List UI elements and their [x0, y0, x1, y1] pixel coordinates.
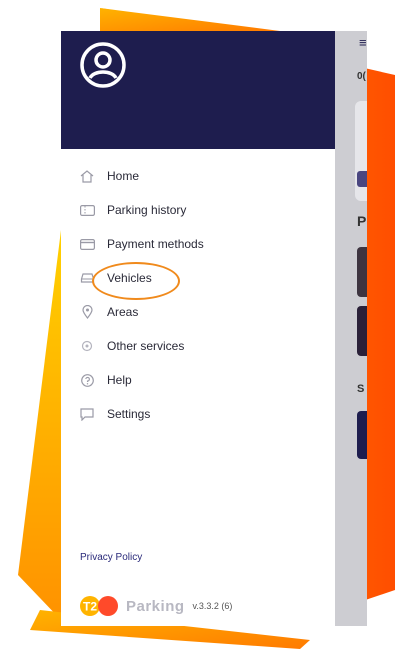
menu-label: Parking history — [107, 203, 187, 217]
menu-label: Settings — [107, 407, 151, 421]
menu-item-other-services[interactable]: Other services — [61, 329, 335, 363]
ticket-icon — [79, 203, 95, 217]
section-letter: S — [357, 383, 365, 395]
car-icon — [79, 271, 95, 285]
menu-item-payment-methods[interactable]: Payment methods — [61, 227, 335, 261]
menu-item-parking-history[interactable]: Parking history — [61, 193, 335, 227]
background-tile — [357, 411, 367, 459]
background-tile — [357, 306, 367, 356]
app-branding: T2 Parking v.3.3.2 (6) — [80, 594, 232, 618]
drawer-menu: Home Parking history Payment methods Veh… — [61, 159, 335, 431]
menu-label: Home — [107, 169, 140, 183]
home-icon — [79, 169, 95, 183]
orange-shape-top — [100, 8, 280, 31]
brand-name: Parking — [126, 597, 185, 615]
menu-item-home[interactable]: Home — [61, 159, 335, 193]
menu-label: Other services — [107, 339, 185, 353]
menu-label: Payment methods — [107, 237, 204, 251]
menu-item-vehicles[interactable]: Vehicles — [61, 261, 335, 295]
menu-label: Areas — [107, 305, 139, 319]
user-circle-icon[interactable] — [79, 41, 127, 89]
logo-letter-t: T2 — [83, 600, 97, 614]
menu-item-help[interactable]: Help — [61, 363, 335, 397]
menu-label: Help — [107, 373, 132, 387]
yellow-shape-left — [18, 230, 61, 620]
navigation-drawer: Home Parking history Payment methods Veh… — [61, 31, 335, 626]
background-tile — [357, 247, 367, 297]
privacy-policy-link[interactable]: Privacy Policy — [80, 552, 142, 563]
help-icon — [79, 373, 95, 387]
menu-item-areas[interactable]: Areas — [61, 295, 335, 329]
location-pin-icon — [79, 305, 95, 319]
background-button — [357, 171, 367, 187]
section-letter: P — [357, 213, 367, 229]
chat-icon — [79, 407, 95, 421]
credit-card-icon — [79, 237, 95, 251]
app-version: v.3.3.2 (6) — [192, 601, 233, 611]
menu-label: Vehicles — [107, 271, 152, 285]
truncated-text: 0( — [357, 71, 366, 82]
t2-logo-icon: T2 — [80, 596, 118, 616]
menu-item-settings[interactable]: Settings — [61, 397, 335, 431]
services-icon — [79, 339, 95, 353]
background-screen: ≡ 0( P S — [335, 31, 367, 626]
phone-screen: ≡ 0( P S Home Parking history Payment me… — [61, 31, 367, 626]
hamburger-menu-icon[interactable]: ≡ — [359, 35, 367, 50]
drawer-header — [61, 31, 335, 149]
